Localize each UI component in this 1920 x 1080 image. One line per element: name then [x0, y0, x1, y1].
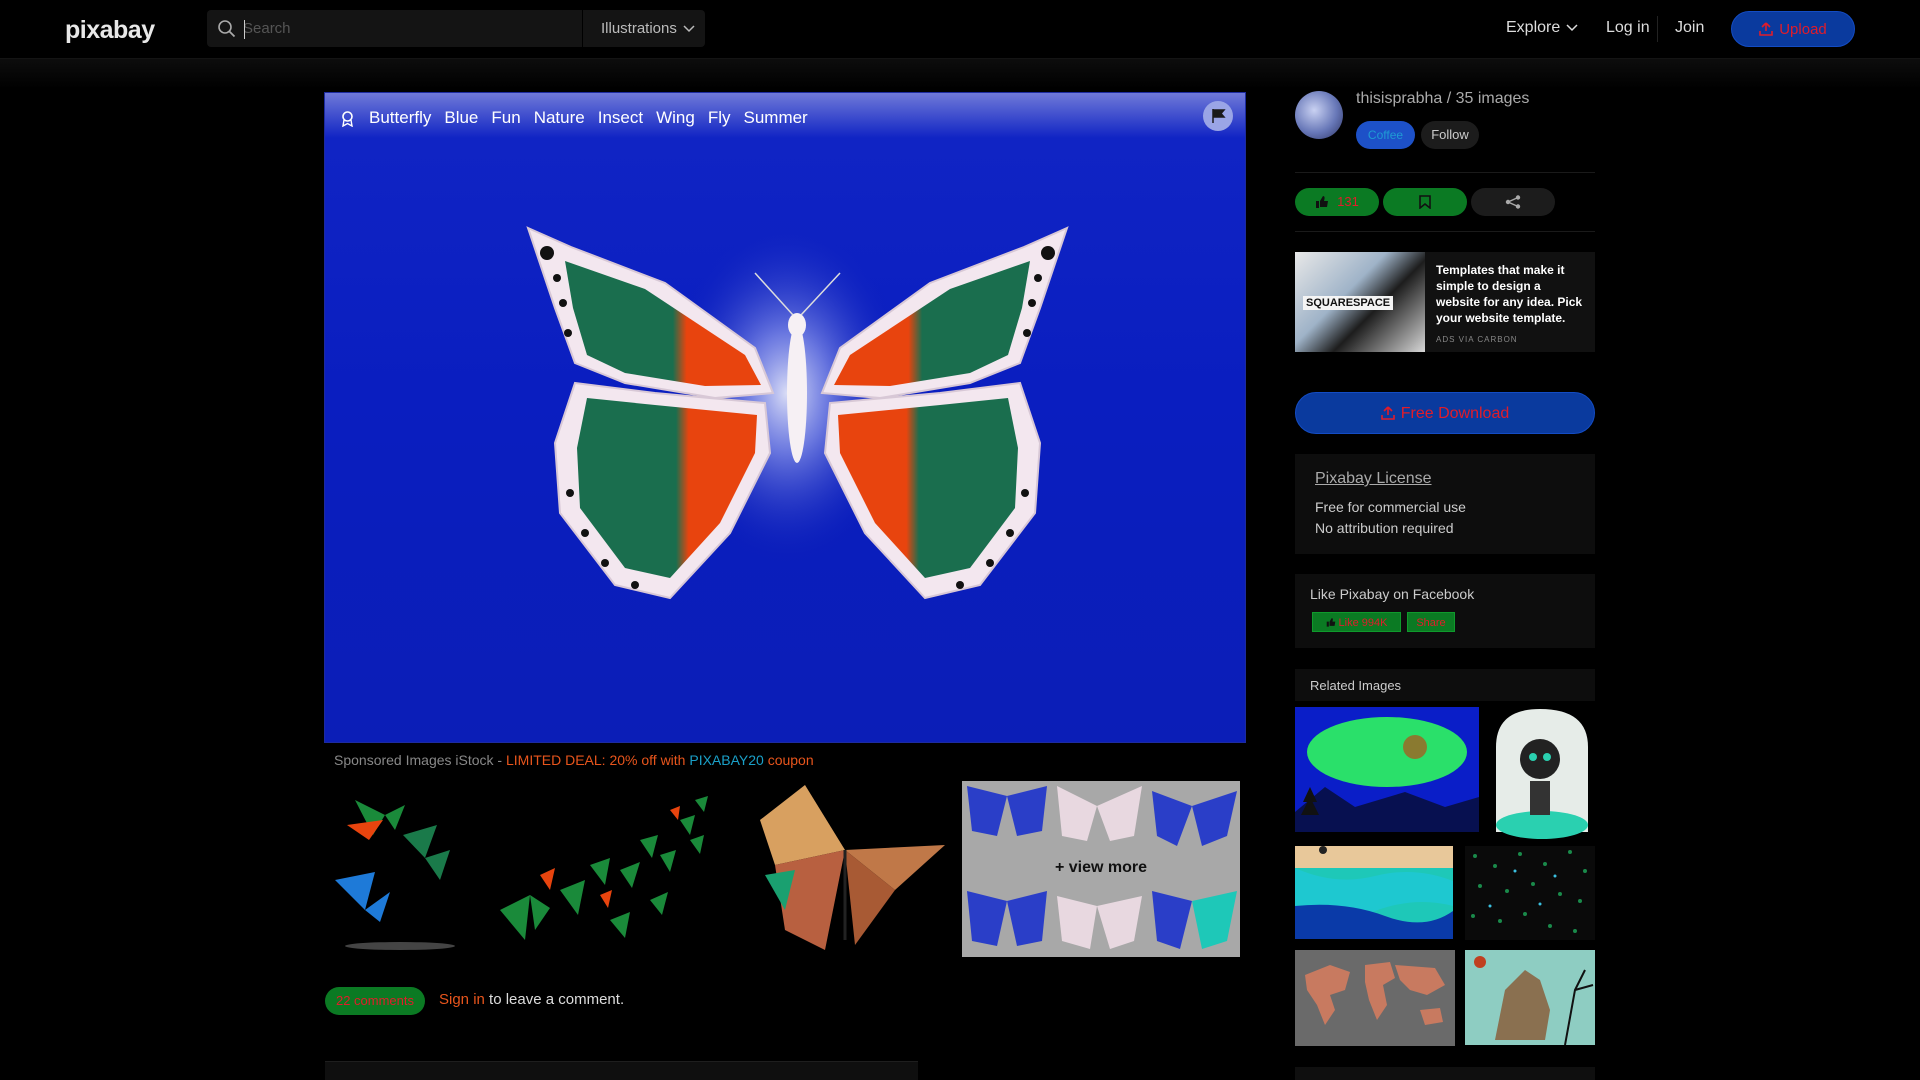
divider: [1295, 231, 1595, 232]
signin-rest: to leave a comment.: [484, 991, 625, 1008]
sponsored-thumb-3[interactable]: [745, 780, 955, 958]
explore-label: Explore: [1506, 19, 1561, 36]
tag-fun[interactable]: Fun: [491, 108, 520, 128]
share-icon: [1505, 195, 1521, 209]
facebook-panel: Like Pixabay on Facebook Like 994K Share: [1295, 574, 1595, 648]
world-map-thumbnail: [1305, 962, 1445, 1025]
view-more-label: + view more: [1054, 859, 1148, 876]
tag-blue[interactable]: Blue: [444, 108, 478, 128]
search-bar[interactable]: Illustrations: [207, 10, 705, 47]
share-button[interactable]: [1471, 188, 1555, 216]
signin-link[interactable]: Sign in: [439, 991, 485, 1008]
login-link[interactable]: Log in: [1606, 19, 1650, 37]
download-label: Free Download: [1400, 405, 1510, 422]
tag-list: Butterfly Blue Fun Nature Insect Wing Fl…: [339, 105, 808, 131]
related-image-6[interactable]: [1465, 950, 1595, 1045]
wolf-thumbnail: [1465, 950, 1595, 1045]
comment-box-edge: [325, 1061, 918, 1080]
carbon-ad[interactable]: SQUARESPACE Templates that make it simpl…: [1295, 252, 1595, 352]
tag-nature[interactable]: Nature: [534, 108, 585, 128]
upload-icon: [1759, 22, 1774, 36]
tag-wing[interactable]: Wing: [656, 108, 695, 128]
sponsored-thumb-1[interactable]: [325, 780, 475, 958]
author-avatar[interactable]: [1295, 91, 1343, 139]
sea-landscape-thumbnail: [1295, 846, 1453, 939]
related-image-4[interactable]: [1465, 846, 1595, 940]
main-image[interactable]: Butterfly Blue Fun Nature Insect Wing Fl…: [324, 92, 1246, 743]
sponsored-banner: Sponsored Images iStock - LIMITED DEAL: …: [334, 752, 814, 768]
ad-text: Templates that make it simple to design …: [1436, 263, 1583, 325]
report-button[interactable]: [1203, 101, 1233, 131]
coupon-code[interactable]: PIXABAY20: [689, 752, 763, 768]
thumbs-up-icon: [1326, 618, 1335, 627]
butterflies-thumbnail: [335, 800, 455, 950]
sponsored-deal-link[interactable]: LIMITED DEAL: 20% off with: [506, 752, 689, 768]
facebook-like-button[interactable]: Like 994K: [1312, 612, 1401, 632]
upload-label: Upload: [1779, 21, 1827, 38]
view-more-tile[interactable]: + view more: [962, 781, 1240, 957]
download-icon: [1380, 406, 1395, 420]
tag-butterfly[interactable]: Butterfly: [369, 108, 431, 128]
orange-butterfly-thumbnail: [760, 785, 945, 950]
bookmark-button[interactable]: [1383, 188, 1467, 216]
ad-image: SQUARESPACE: [1295, 252, 1425, 352]
license-link[interactable]: Pixabay License: [1315, 470, 1432, 488]
explore-menu[interactable]: Explore: [1506, 19, 1578, 37]
tag-summer[interactable]: Summer: [743, 108, 807, 128]
join-link[interactable]: Join: [1675, 19, 1704, 37]
related-image-1[interactable]: [1295, 707, 1479, 832]
search-scope-dropdown[interactable]: Illustrations: [582, 10, 695, 47]
search-input[interactable]: [243, 12, 583, 45]
facebook-like-label: Like 994K: [1338, 617, 1388, 629]
license-line-2: No attribution required: [1315, 520, 1454, 536]
author-name[interactable]: thisisprabha / 35 images: [1356, 90, 1529, 108]
text-cursor: [244, 20, 245, 39]
related-image-5[interactable]: [1295, 950, 1455, 1046]
divider: [1295, 172, 1595, 173]
thumbs-up-icon: [1316, 196, 1329, 208]
night-landscape-thumbnail: [1295, 717, 1479, 832]
related-image-2[interactable]: [1488, 707, 1595, 839]
flag-icon: [1212, 109, 1226, 123]
ad-brand: SQUARESPACE: [1303, 296, 1394, 310]
bookmark-icon: [1419, 195, 1431, 210]
sponsored-prefix: Sponsored Images iStock -: [334, 752, 506, 768]
top-navbar: pixabay Illustrations Explore Log in Joi…: [0, 0, 1920, 59]
license-panel: Pixabay License Free for commercial use …: [1295, 454, 1595, 554]
butterfly-illustration: [526, 223, 1069, 600]
related-images-title: Related Images: [1310, 678, 1402, 693]
comments-count-button[interactable]: 22 comments: [325, 987, 425, 1015]
chevron-down-icon: [683, 25, 695, 33]
skeleton-ghost-thumbnail: [1496, 709, 1588, 839]
like-button[interactable]: 131: [1295, 188, 1379, 216]
search-scope-label: Illustrations: [601, 20, 677, 37]
search-icon: [218, 20, 236, 38]
tag-insect[interactable]: Insect: [598, 108, 643, 128]
coffee-button[interactable]: Coffee: [1356, 121, 1415, 149]
chevron-down-icon: [1566, 24, 1578, 31]
free-download-button[interactable]: Free Download: [1295, 392, 1595, 434]
nav-divider: [1657, 16, 1658, 42]
pixabay-logo[interactable]: pixabay: [65, 16, 155, 45]
upload-button[interactable]: Upload: [1731, 11, 1855, 47]
award-icon: [342, 110, 353, 127]
sidebar-next-panel-edge: [1295, 1067, 1595, 1080]
signin-prompt: Sign in to leave a comment.: [439, 991, 624, 1008]
related-images-header: Related Images: [1295, 669, 1595, 701]
follow-button[interactable]: Follow: [1421, 121, 1479, 149]
ad-via-label[interactable]: ADS VIA CARBON: [1436, 335, 1518, 344]
sponsored-thumb-2[interactable]: [490, 780, 725, 958]
like-count: 131: [1337, 194, 1359, 209]
dots-pattern-thumbnail: [1471, 850, 1587, 933]
related-image-3[interactable]: [1295, 846, 1453, 939]
butterfly-swarm-thumbnail: [500, 796, 708, 940]
facebook-share-button[interactable]: Share: [1407, 612, 1455, 632]
tag-fly[interactable]: Fly: [708, 108, 731, 128]
header-shadow: [0, 59, 1920, 89]
facebook-title: Like Pixabay on Facebook: [1310, 586, 1475, 602]
license-line-1: Free for commercial use: [1315, 499, 1466, 515]
coupon-suffix[interactable]: coupon: [764, 752, 814, 768]
